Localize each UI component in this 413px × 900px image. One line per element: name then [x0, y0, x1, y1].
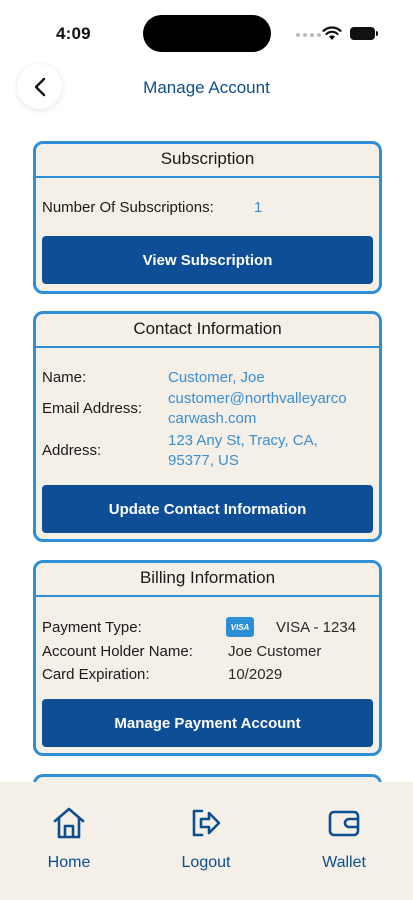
status-bar: 4:09	[0, 0, 413, 64]
cellular-signal-icon	[296, 33, 321, 37]
email-value-line1: customer@northvalleyarco	[168, 390, 347, 407]
manage-payment-account-button[interactable]: Manage Payment Account	[42, 699, 373, 747]
status-time: 4:09	[56, 24, 91, 43]
nav-logout-label: Logout	[181, 854, 231, 871]
card-expiration-label: Card Expiration:	[42, 666, 150, 683]
email-label: Email Address:	[42, 400, 143, 417]
nav-wallet-label: Wallet	[322, 854, 366, 871]
dynamic-island	[143, 15, 271, 52]
billing-information-card: Billing Information Payment Type: VISA V…	[33, 560, 382, 756]
account-holder-value: Joe Customer	[228, 643, 322, 660]
payment-type-label: Payment Type:	[42, 619, 142, 636]
contact-card-title: Contact Information	[36, 314, 379, 348]
billing-card-title: Billing Information	[36, 563, 379, 597]
address-value-line1: 123 Any St, Tracy, CA,	[168, 432, 318, 449]
wallet-icon	[328, 810, 360, 837]
card-expiration-value: 10/2029	[228, 666, 283, 683]
subscription-count-value: 1	[254, 199, 263, 216]
view-subscription-button[interactable]: View Subscription	[42, 236, 373, 284]
subscription-count-label: Number Of Subscriptions:	[42, 199, 214, 216]
name-label: Name:	[42, 369, 87, 386]
address-value-line2: 95377, US	[168, 452, 239, 469]
battery-icon	[350, 27, 378, 40]
bottom-navigation: Home Logout Wallet	[0, 782, 413, 900]
page-title: Manage Account	[143, 78, 270, 97]
nav-wallet[interactable]: Wallet	[299, 806, 389, 872]
visa-card-icon: VISA	[226, 617, 254, 637]
subscription-card-title: Subscription	[36, 144, 379, 178]
subscription-card: Subscription Number Of Subscriptions: 1 …	[33, 141, 382, 294]
email-value-line2: carwash.com	[168, 410, 257, 427]
home-icon	[53, 807, 85, 839]
payment-type-value: VISA - 1234	[276, 619, 357, 636]
name-value: Customer, Joe	[168, 369, 265, 386]
contact-information-card: Contact Information Name: Customer, Joe …	[33, 311, 382, 542]
update-contact-information-button[interactable]: Update Contact Information	[42, 485, 373, 533]
logout-icon	[192, 809, 221, 837]
nav-logout[interactable]: Logout	[161, 806, 251, 872]
wifi-icon	[322, 26, 342, 40]
nav-home-label: Home	[47, 854, 91, 871]
account-holder-label: Account Holder Name:	[42, 643, 193, 660]
address-label: Address:	[42, 442, 102, 459]
nav-home[interactable]: Home	[24, 806, 114, 872]
